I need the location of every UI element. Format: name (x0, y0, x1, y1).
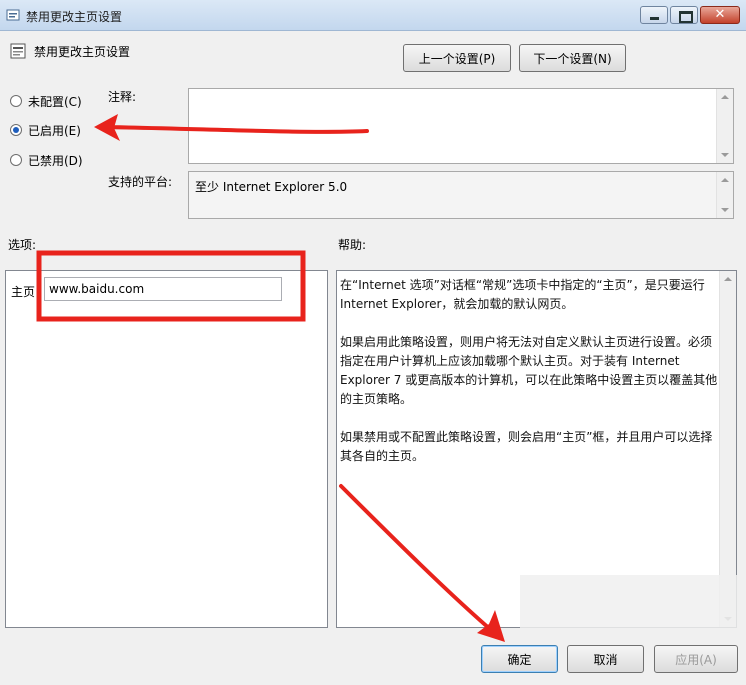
annotation-arrow-ok (339, 484, 500, 638)
annotation-arrow-enabled (98, 125, 369, 134)
annotation-arrowhead-ok (477, 610, 505, 642)
annotation-box-homepage (36, 250, 306, 322)
annotation-overlay (36, 114, 505, 642)
